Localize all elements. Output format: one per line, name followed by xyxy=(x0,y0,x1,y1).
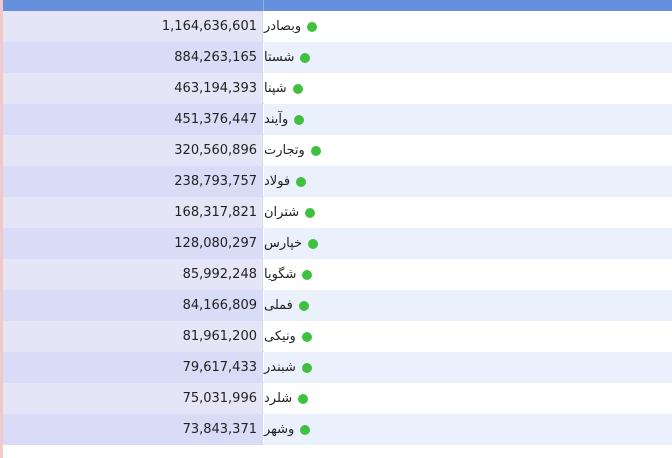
data-table: 1,164,636,601 وبصادر 884,263,165 شستا 463,19… xyxy=(0,0,672,458)
value-cell: 81,961,200 xyxy=(3,321,263,352)
symbol-cell: فملی xyxy=(264,290,672,321)
value-cell: 79,617,433 xyxy=(3,352,263,383)
value-cell: 128,080,297 xyxy=(3,228,263,259)
symbol-name: فملی xyxy=(264,298,293,313)
symbol-cell: وبصادر xyxy=(264,11,672,42)
table-row[interactable]: 238,793,757 فولاد xyxy=(3,166,672,197)
value-cell: 73,843,371 xyxy=(3,414,263,445)
table-row[interactable]: 85,992,248 شگویا xyxy=(3,259,672,290)
table-body: 1,164,636,601 وبصادر 884,263,165 شستا 463,19… xyxy=(3,11,672,445)
symbol-name: خپارس xyxy=(264,236,303,251)
status-dot-icon xyxy=(298,393,309,404)
symbol-cell: وشهر xyxy=(264,414,672,445)
value-cell: 75,031,996 xyxy=(3,383,263,414)
table-row[interactable]: 451,376,447 وآیند xyxy=(3,104,672,135)
symbol-name: شگویا xyxy=(264,267,297,282)
symbol-cell: ونیکی xyxy=(264,321,672,352)
symbol-cell: فولاد xyxy=(264,166,672,197)
status-dot-icon xyxy=(305,207,316,218)
value-cell: 168,317,821 xyxy=(3,197,263,228)
symbol-cell: خپارس xyxy=(264,228,672,259)
table-row[interactable]: 320,560,896 وتجارت xyxy=(3,135,672,166)
status-dot-icon xyxy=(292,83,303,94)
symbol-cell: وآیند xyxy=(264,104,672,135)
symbol-cell: شپنا xyxy=(264,73,672,104)
symbol-cell: وتجارت xyxy=(264,135,672,166)
value-cell: 884,263,165 xyxy=(3,42,263,73)
table-row[interactable]: 884,263,165 شستا xyxy=(3,42,672,73)
symbol-name: شبندر xyxy=(264,360,296,375)
symbol-name: شتران xyxy=(264,205,300,220)
status-dot-icon xyxy=(308,238,319,249)
symbol-name: وبصادر xyxy=(264,19,302,34)
symbol-cell: شلرد xyxy=(264,383,672,414)
symbol-cell: شبندر xyxy=(264,352,672,383)
table-row[interactable]: 75,031,996 شلرد xyxy=(3,383,672,414)
symbol-cell: شستا xyxy=(264,42,672,73)
symbol-name: فولاد xyxy=(264,174,291,189)
symbol-name: شپنا xyxy=(264,81,287,96)
value-cell: 84,166,809 xyxy=(3,290,263,321)
symbol-name: شلرد xyxy=(264,391,293,406)
table-row[interactable]: 128,080,297 خپارس xyxy=(3,228,672,259)
symbol-name: وآیند xyxy=(264,112,289,127)
table-row[interactable]: 1,164,636,601 وبصادر xyxy=(3,11,672,42)
table-row[interactable]: 168,317,821 شتران xyxy=(3,197,672,228)
status-dot-icon xyxy=(300,52,311,63)
value-cell: 1,164,636,601 xyxy=(3,11,263,42)
symbol-cell: شگویا xyxy=(264,259,672,290)
table-row[interactable]: 81,961,200 ونیکی xyxy=(3,321,672,352)
status-dot-icon xyxy=(301,331,312,342)
status-dot-icon xyxy=(296,176,307,187)
status-dot-icon xyxy=(307,21,318,32)
status-dot-icon xyxy=(301,362,312,373)
status-dot-icon xyxy=(298,300,309,311)
table-row[interactable]: 84,166,809 فملی xyxy=(3,290,672,321)
status-dot-icon xyxy=(302,269,313,280)
symbol-cell: شتران xyxy=(264,197,672,228)
value-cell: 451,376,447 xyxy=(3,104,263,135)
value-cell: 463,194,393 xyxy=(3,73,263,104)
symbol-name: وشهر xyxy=(264,422,295,437)
table-row[interactable]: 463,194,393 شپنا xyxy=(3,73,672,104)
symbol-name: شستا xyxy=(264,50,295,65)
status-dot-icon xyxy=(300,424,311,435)
header-divider xyxy=(263,0,264,11)
value-cell: 320,560,896 xyxy=(3,135,263,166)
status-dot-icon xyxy=(294,114,305,125)
table-header xyxy=(3,0,672,11)
table-row[interactable]: 79,617,433 شبندر xyxy=(3,352,672,383)
value-cell: 85,992,248 xyxy=(3,259,263,290)
value-cell: 238,793,757 xyxy=(3,166,263,197)
table-row[interactable]: 73,843,371 وشهر xyxy=(3,414,672,445)
symbol-name: ونیکی xyxy=(264,329,296,344)
status-dot-icon xyxy=(310,145,321,156)
symbol-name: وتجارت xyxy=(264,143,305,158)
